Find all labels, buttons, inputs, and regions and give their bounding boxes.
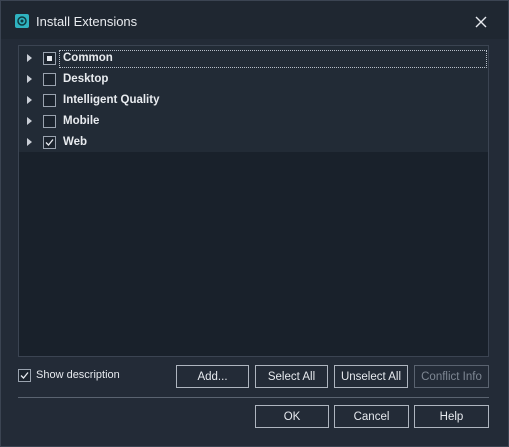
separator [18,397,489,398]
checkmark-icon [20,372,29,379]
checkmark-icon [45,139,54,146]
tree-item-mobile[interactable]: Mobile [19,111,488,132]
close-icon [475,16,487,28]
tree-item-label: Common [63,52,113,64]
extension-app-icon [15,14,29,28]
expand-arrow-icon[interactable] [27,54,32,62]
help-button[interactable]: Help [414,405,489,428]
expand-arrow-icon[interactable] [27,96,32,104]
checkbox[interactable] [43,73,56,86]
checkbox[interactable] [43,115,56,128]
window-title: Install Extensions [36,14,138,29]
close-button[interactable] [471,12,491,32]
tree-item-intelligent-quality[interactable]: Intelligent Quality [19,90,488,111]
unselect-all-button[interactable]: Unselect All [334,365,408,388]
focus-rectangle [59,50,487,68]
tree-item-label: Intelligent Quality [63,94,160,106]
extensions-tree[interactable]: Common Desktop Intelligent Quality Mobil… [18,45,489,357]
cancel-button[interactable]: Cancel [334,405,409,428]
expand-arrow-icon[interactable] [27,138,32,146]
tree-item-label: Mobile [63,115,100,127]
checkbox[interactable] [43,94,56,107]
expand-arrow-icon[interactable] [27,117,32,125]
checked-checkbox[interactable] [43,136,56,149]
install-extensions-dialog: Install Extensions Common Desktop Intell… [0,0,509,447]
show-description-checkbox[interactable] [18,369,31,382]
tree-item-common[interactable]: Common [19,48,488,69]
tree-item-web[interactable]: Web [19,132,488,153]
conflict-info-button: Conflict Info [414,365,489,388]
tree-item-label: Desktop [63,73,109,85]
add-button[interactable]: Add... [176,365,249,388]
expand-arrow-icon[interactable] [27,75,32,83]
title-bar[interactable]: Install Extensions [1,1,508,39]
show-description-label: Show description [36,369,120,381]
tree-item-label: Web [63,136,88,148]
ok-button[interactable]: OK [255,405,329,428]
partial-checkbox[interactable] [43,52,56,65]
select-all-button[interactable]: Select All [255,365,328,388]
tree-item-desktop[interactable]: Desktop [19,69,488,90]
